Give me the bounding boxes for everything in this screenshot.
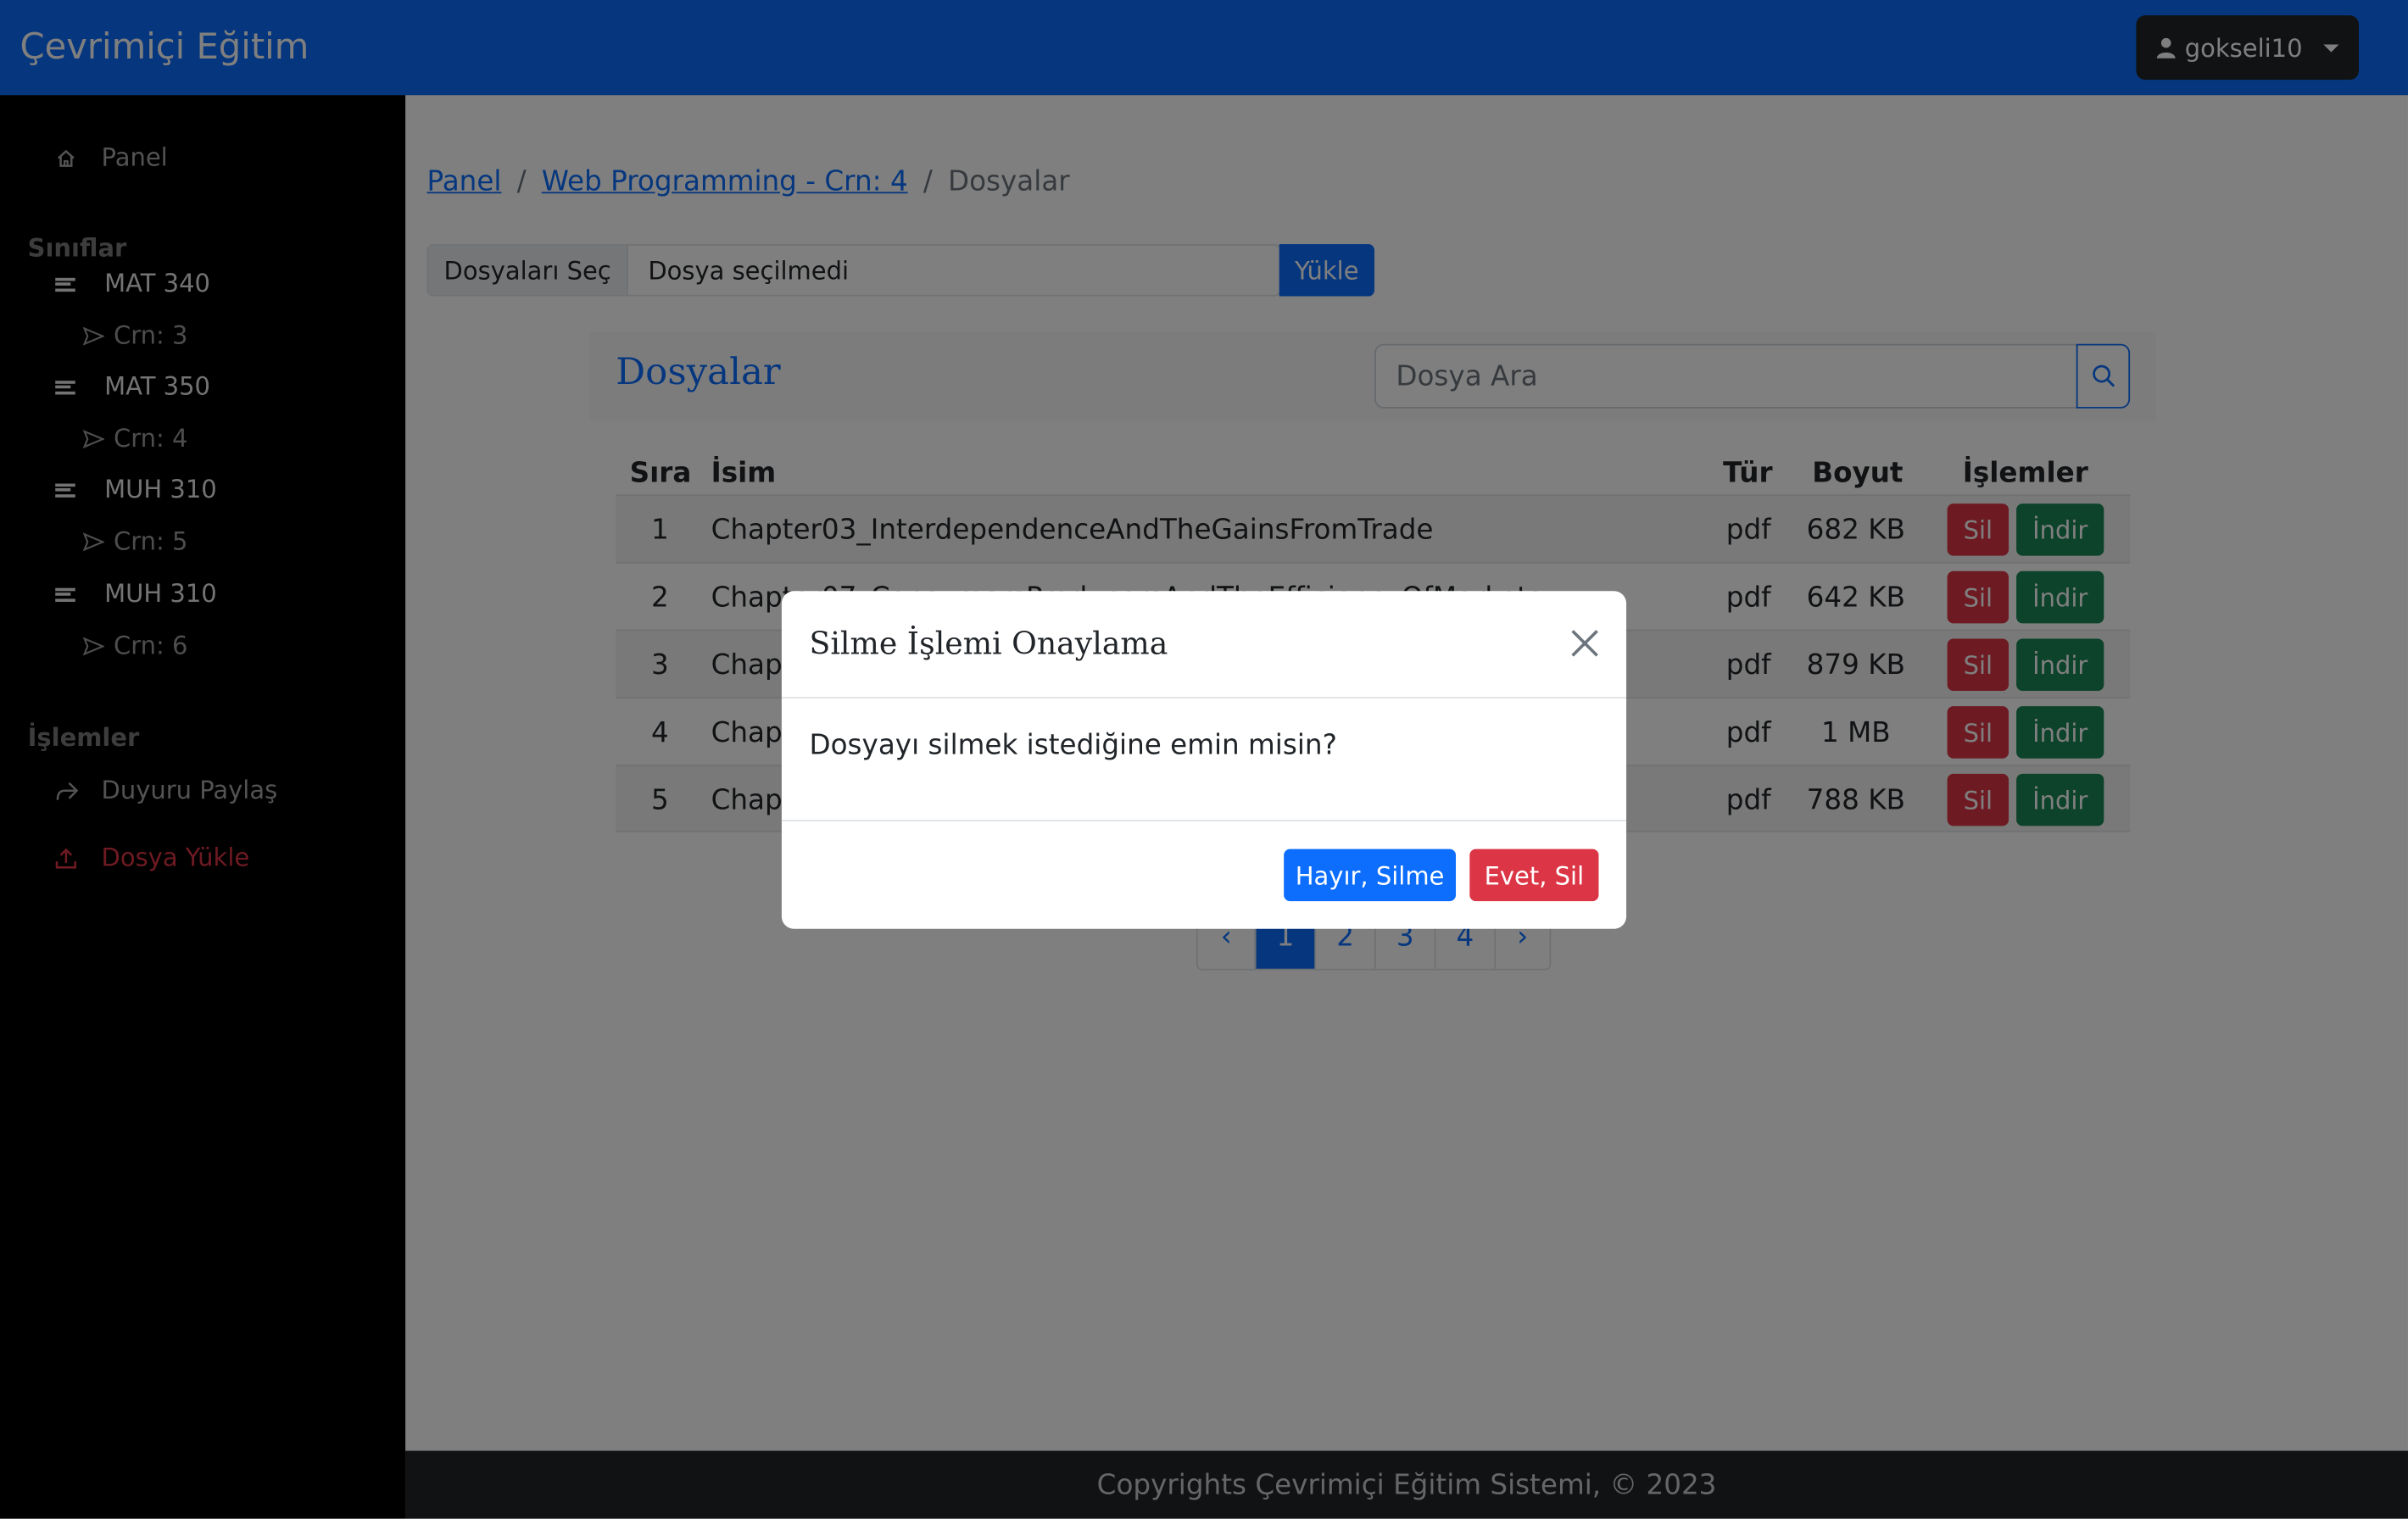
modal-divider	[781, 820, 1627, 821]
confirm-delete-button[interactable]: Evet, Sil	[1469, 849, 1599, 902]
cancel-delete-button[interactable]: Hayır, Silme	[1284, 849, 1457, 902]
modal-divider	[781, 697, 1627, 699]
page: Çevrimiçi Eğitim gokseli10 Panel Sınıfla…	[0, 0, 2408, 1519]
modal-title: Silme İşlemi Onaylama	[809, 625, 1168, 662]
modal-message: Dosyayı silmek istediğine emin misin?	[809, 729, 1337, 762]
close-icon[interactable]	[1569, 628, 1600, 659]
delete-confirm-modal: Silme İşlemi Onaylama Dosyayı silmek ist…	[781, 591, 1627, 929]
